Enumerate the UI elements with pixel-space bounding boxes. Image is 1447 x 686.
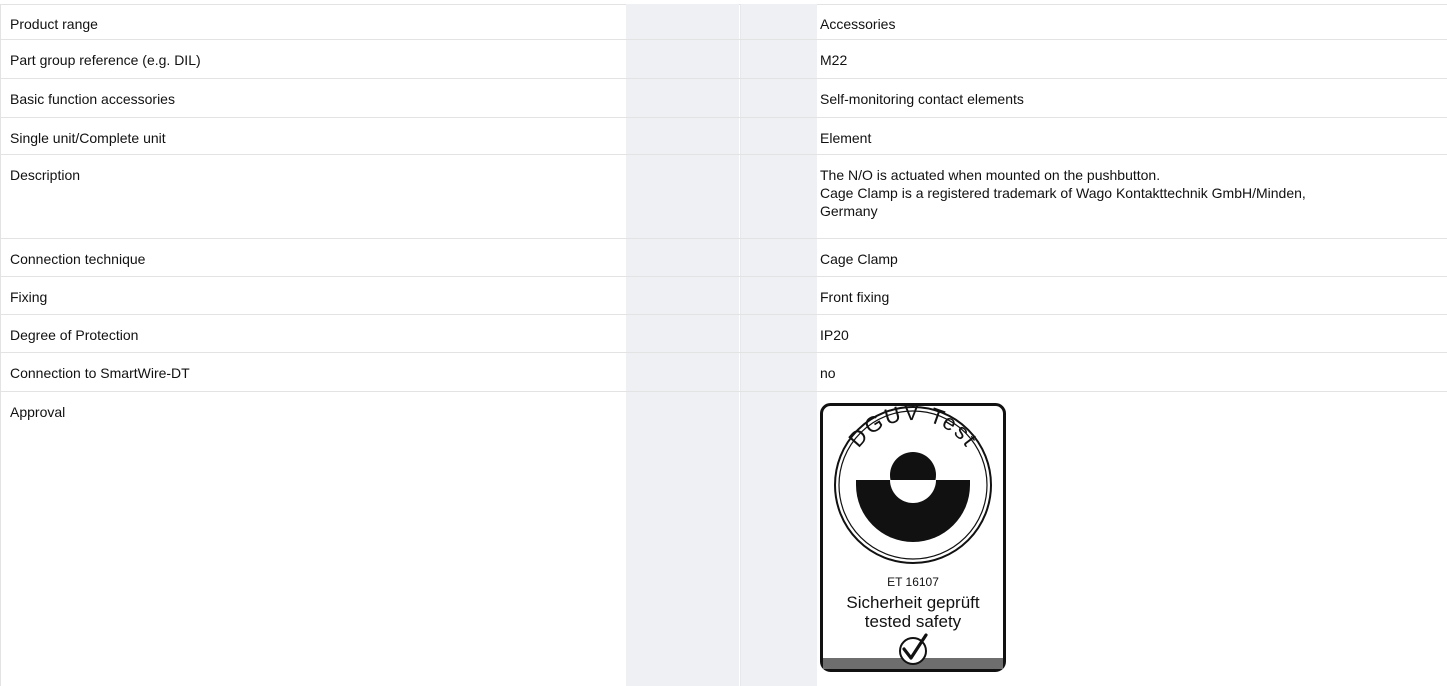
table-row: Single unit/Complete unit Element — [0, 118, 1447, 155]
spacer-cell — [626, 392, 739, 686]
row-label: Part group reference (e.g. DIL) — [10, 52, 201, 68]
spacer-cell — [626, 118, 739, 154]
table-row: Connection to SmartWire-DT no — [0, 353, 1447, 392]
table-row: Fixing Front fixing — [0, 277, 1447, 315]
spacer-cell — [740, 118, 817, 154]
description-line: Cage Clamp is a registered trademark of … — [820, 185, 1306, 201]
table-row: Connection technique Cage Clamp — [0, 239, 1447, 277]
row-value: no — [820, 365, 836, 381]
row-label: Single unit/Complete unit — [10, 130, 166, 146]
spacer-cell — [626, 40, 739, 78]
table-row: Part group reference (e.g. DIL) M22 — [0, 40, 1447, 79]
spacer-cell — [740, 277, 817, 314]
badge-code: ET 16107 — [887, 575, 939, 589]
description-line: Germany — [820, 203, 878, 219]
badge-line2: tested safety — [865, 612, 962, 631]
table-row: Approval — [0, 392, 1447, 686]
row-label: Degree of Protection — [10, 327, 139, 343]
spacer-cell — [626, 79, 739, 117]
spacer-cell — [626, 315, 739, 352]
spacer-cell — [740, 155, 817, 238]
dguv-test-badge: DGUV Test ET 16107 Sicherheit geprüft te… — [820, 403, 1006, 673]
spacer-cell — [740, 40, 817, 78]
badge-line1: Sicherheit geprüft — [846, 593, 980, 612]
description-line: The N/O is actuated when mounted on the … — [820, 167, 1161, 183]
row-label: Basic function accessories — [10, 91, 175, 107]
spacer-cell — [740, 315, 817, 352]
row-value-multiline: The N/O is actuated when mounted on the … — [820, 166, 1430, 238]
row-label: Connection technique — [10, 251, 146, 267]
spacer-cell — [626, 155, 739, 238]
spacer-cell — [740, 4, 817, 39]
table-row: Description The N/O is actuated when mou… — [0, 155, 1447, 239]
row-label: Product range — [10, 16, 98, 32]
row-value: Accessories — [820, 16, 896, 32]
spacer-cell — [626, 353, 739, 391]
spacer-cell — [740, 79, 817, 117]
row-label: Approval — [10, 404, 66, 420]
spacer-cell — [626, 4, 739, 39]
row-value: M22 — [820, 52, 848, 68]
row-value: Front fixing — [820, 289, 890, 305]
table-row: Degree of Protection IP20 — [0, 315, 1447, 353]
table-row: Product range Accessories — [0, 4, 1447, 40]
spacer-cell — [740, 353, 817, 391]
spacer-cell — [740, 392, 817, 686]
table-row: Basic function accessories Self-monitori… — [0, 79, 1447, 118]
row-value: Self-monitoring contact elements — [820, 91, 1024, 107]
row-label: Fixing — [10, 289, 48, 305]
spacer-cell — [626, 239, 739, 276]
row-value: Cage Clamp — [820, 251, 898, 267]
spacer-cell — [626, 277, 739, 314]
row-value: IP20 — [820, 327, 849, 343]
spacer-cell — [740, 239, 817, 276]
row-label: Description — [10, 167, 81, 183]
row-label: Connection to SmartWire-DT — [10, 365, 190, 381]
row-value: Element — [820, 130, 872, 146]
